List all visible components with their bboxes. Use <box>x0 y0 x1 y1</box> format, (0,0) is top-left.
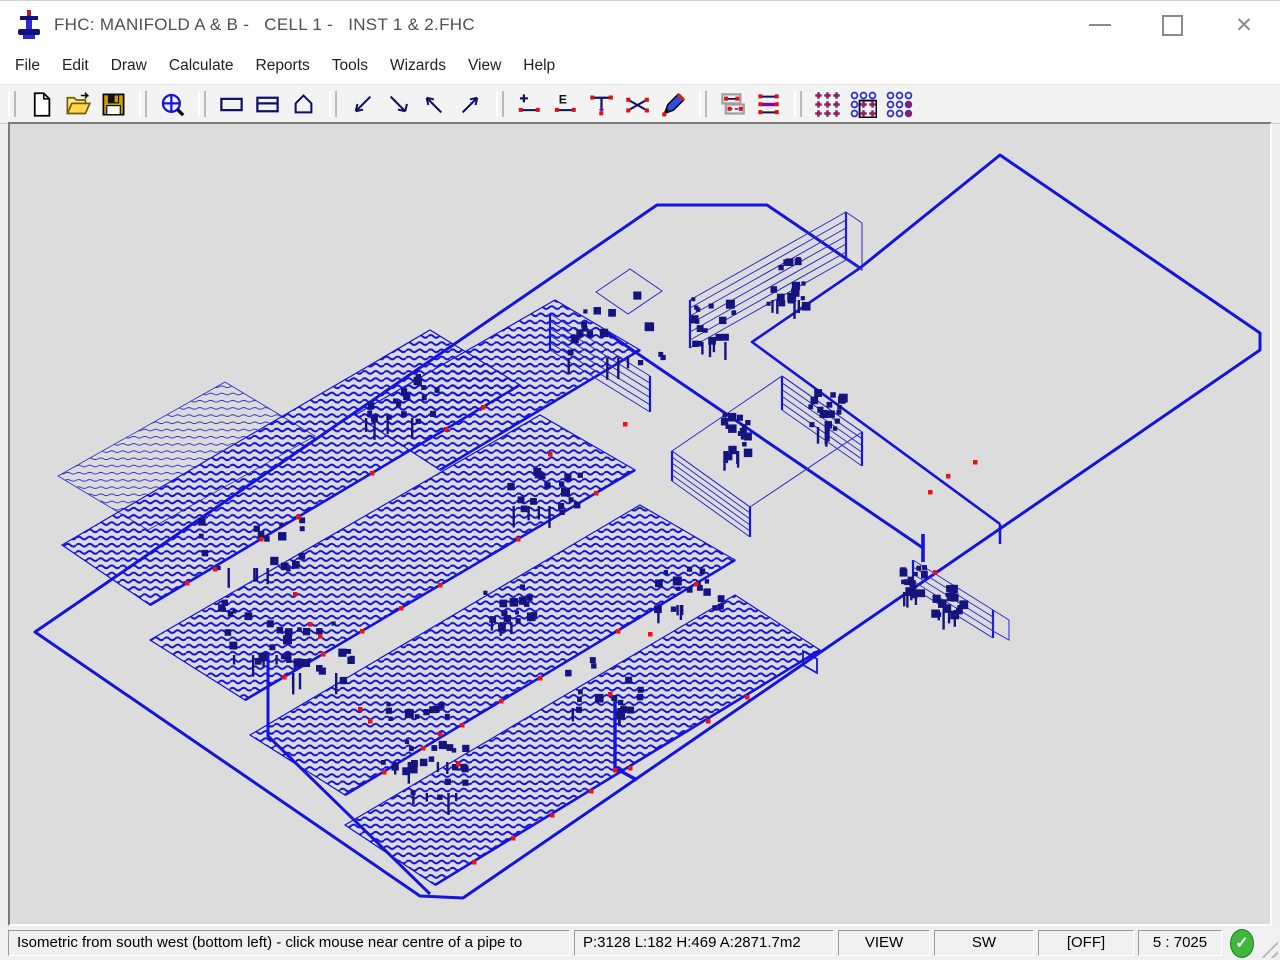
toolbar-grip[interactable] <box>699 91 707 117</box>
sprinklers-partial-icon <box>850 91 877 118</box>
pipe-add-icon <box>516 91 543 118</box>
window-title: FHC: MANIFOLD A & B - CELL 1 - INST 1 & … <box>54 15 475 35</box>
app-icon <box>14 8 44 42</box>
menu-item-file[interactable]: File <box>4 51 51 81</box>
arrow-up-left-button[interactable] <box>417 89 451 119</box>
minimize-button[interactable] <box>1064 2 1136 48</box>
draw-polygon-button[interactable] <box>286 89 320 119</box>
status-panel-snap: [OFF] <box>1038 930 1134 956</box>
status-panel-view-dir: SW <box>934 930 1034 956</box>
menu-item-wizards[interactable]: Wizards <box>379 51 457 81</box>
window-controls: ✕ <box>1064 1 1280 49</box>
arrow-up-right-icon <box>457 91 484 118</box>
draw-rectangle-button[interactable] <box>214 89 248 119</box>
sprinklers-filled-icon <box>814 91 841 118</box>
status-panel-totals: P:3128 L:182 H:469 A:2871.7m2 <box>574 930 834 956</box>
status-bar: Isometric from south west (bottom left) … <box>0 926 1280 960</box>
maximize-button[interactable] <box>1136 2 1208 48</box>
toolbar: E <box>0 84 1280 124</box>
app-window: { "window": { "title": "FHC: MANIFOLD A … <box>0 0 1280 960</box>
arrow-up-left-icon <box>421 91 448 118</box>
zoom-extents-icon <box>159 91 186 118</box>
pipe-elevation-button[interactable]: E <box>548 89 582 119</box>
arrow-up-right-button[interactable] <box>453 89 487 119</box>
menu-item-reports[interactable]: Reports <box>245 51 321 81</box>
copy-range-icon <box>755 91 782 118</box>
pipe-tee-icon <box>588 91 615 118</box>
menu-item-tools[interactable]: Tools <box>321 51 379 81</box>
pipe-cross-icon <box>624 91 651 118</box>
toolbar-grip[interactable] <box>8 91 16 117</box>
calc-ok-badge: ✓ <box>1230 929 1254 958</box>
title-bar: FHC: MANIFOLD A & B - CELL 1 - INST 1 & … <box>0 0 1280 49</box>
menu-item-draw[interactable]: Draw <box>100 51 158 81</box>
new-file-icon <box>28 91 55 118</box>
new-file-button[interactable] <box>24 89 58 119</box>
close-button[interactable]: ✕ <box>1208 2 1280 48</box>
sprinklers-filled-button[interactable] <box>810 89 844 119</box>
toolbar-grip[interactable] <box>329 91 337 117</box>
menu-item-help[interactable]: Help <box>512 51 566 81</box>
sprinklers-outline-button[interactable] <box>882 89 916 119</box>
draw-polygon-icon <box>290 91 317 118</box>
open-file-button[interactable] <box>60 89 94 119</box>
zoom-extents-button[interactable] <box>155 89 189 119</box>
pipe-add-button[interactable] <box>512 89 546 119</box>
toolbar-grip[interactable] <box>139 91 147 117</box>
toolbar-grip[interactable] <box>794 91 802 117</box>
svg-text:E: E <box>558 92 566 106</box>
pipe-freehand-icon <box>660 91 687 118</box>
menu-item-edit[interactable]: Edit <box>51 51 100 81</box>
save-file-icon <box>100 91 127 118</box>
resize-grip[interactable] <box>1260 940 1278 958</box>
arrow-down-right-icon <box>385 91 412 118</box>
drawing-canvas[interactable] <box>8 122 1272 926</box>
draw-rectangle-split-button[interactable] <box>250 89 284 119</box>
draw-rectangle-icon <box>218 91 245 118</box>
menu-item-calculate[interactable]: Calculate <box>158 51 245 81</box>
pipe-cross-button[interactable] <box>620 89 654 119</box>
status-panel-mode: VIEW <box>838 930 930 956</box>
open-file-icon <box>64 91 91 118</box>
copy-pipes-button[interactable] <box>715 89 749 119</box>
menu-bar: FileEditDrawCalculateReportsToolsWizards… <box>0 48 1280 84</box>
arrow-down-left-icon <box>349 91 376 118</box>
toolbar-grip[interactable] <box>198 91 206 117</box>
copy-range-button[interactable] <box>751 89 785 119</box>
save-file-button[interactable] <box>96 89 130 119</box>
copy-pipes-icon <box>719 91 746 118</box>
toolbar-grip[interactable] <box>496 91 504 117</box>
arrow-down-right-button[interactable] <box>381 89 415 119</box>
pipe-tee-button[interactable] <box>584 89 618 119</box>
sprinklers-outline-icon <box>886 91 913 118</box>
menu-item-view[interactable]: View <box>457 51 512 81</box>
status-panel-hint: Isometric from south west (bottom left) … <box>8 930 570 956</box>
pipe-freehand-button[interactable] <box>656 89 690 119</box>
status-panel-scale: 5 : 7025 <box>1138 930 1222 956</box>
sprinklers-partial-button[interactable] <box>846 89 880 119</box>
draw-rectangle-split-icon <box>254 91 281 118</box>
arrow-down-left-button[interactable] <box>345 89 379 119</box>
pipe-elevation-icon: E <box>552 91 579 118</box>
